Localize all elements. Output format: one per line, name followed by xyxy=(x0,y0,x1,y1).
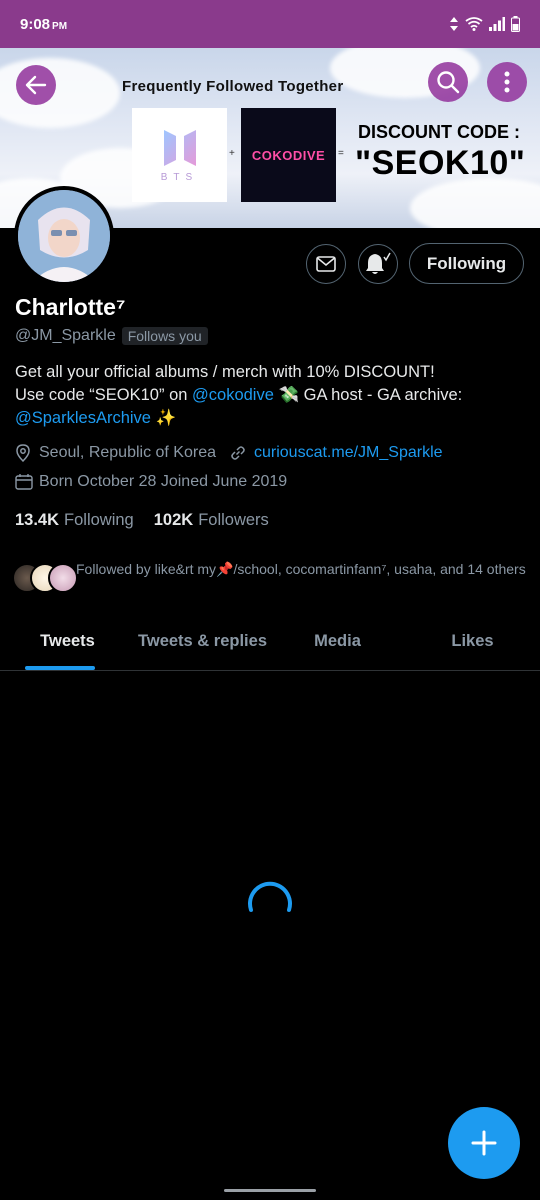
compose-tweet-button[interactable] xyxy=(448,1107,520,1179)
avatar xyxy=(48,563,78,593)
status-bar: 9:08 PM xyxy=(0,0,540,48)
more-button[interactable] xyxy=(487,62,527,102)
discount-label: DISCOUNT CODE : xyxy=(358,122,520,142)
following-button[interactable]: Following xyxy=(409,243,524,284)
mention-cokodive[interactable]: @cokodive xyxy=(192,386,274,404)
profile-handle: @JM_Sparkle xyxy=(15,327,116,344)
follow-counts: 13.4K Following 102K Followers xyxy=(15,511,269,530)
location-text: Seoul, Republic of Korea xyxy=(39,444,216,461)
link-icon xyxy=(231,446,245,460)
status-time: 9:08 PM xyxy=(20,15,68,33)
tab-tweets[interactable]: Tweets xyxy=(0,612,135,670)
status-icons xyxy=(449,16,520,32)
bts-logo: BTS xyxy=(132,108,227,202)
tab-tweets-replies[interactable]: Tweets & replies xyxy=(135,612,270,670)
birth-join-row: Born October 28 Joined June 2019 xyxy=(15,473,287,491)
calendar-icon xyxy=(15,474,33,490)
wifi-icon xyxy=(465,17,483,31)
profile-meta: Seoul, Republic of Korea curiouscat.me/J… xyxy=(15,444,443,462)
message-button[interactable] xyxy=(306,244,346,284)
discount-code: "SEOK10" xyxy=(355,144,526,182)
battery-icon xyxy=(511,16,520,32)
notifications-button[interactable] xyxy=(358,244,398,284)
more-vertical-icon xyxy=(504,71,510,93)
search-button[interactable] xyxy=(428,62,468,102)
following-count-link[interactable]: 13.4K Following xyxy=(15,511,134,530)
back-button[interactable] xyxy=(16,65,56,105)
profile-bio: Get all your official albums / merch wit… xyxy=(15,363,463,427)
followed-by-text: Followed by like&rt my📌/school, cocomart… xyxy=(76,561,526,577)
website-link[interactable]: curiouscat.me/JM_Sparkle xyxy=(254,444,443,462)
profile-tabs: Tweets Tweets & replies Media Likes xyxy=(0,612,540,671)
profile-name: Charlotte⁷ xyxy=(15,294,126,320)
followers-avatars xyxy=(12,559,78,593)
follows-you-badge: Follows you xyxy=(121,327,208,345)
data-arrows-icon xyxy=(450,17,458,31)
back-icon xyxy=(25,75,47,95)
born-joined-text: Born October 28 Joined June 2019 xyxy=(39,473,288,490)
home-indicator[interactable] xyxy=(224,1189,316,1192)
followers-count-link[interactable]: 102K Followers xyxy=(154,511,269,530)
banner-title: Frequently Followed Together xyxy=(122,78,344,95)
loading-spinner-icon xyxy=(248,881,292,912)
search-icon xyxy=(437,71,460,94)
location-icon xyxy=(16,444,30,462)
avatar[interactable] xyxy=(14,186,114,286)
avatar-image xyxy=(18,190,110,282)
tab-media[interactable]: Media xyxy=(270,612,405,670)
plus-icon xyxy=(471,1130,497,1156)
followed-by[interactable]: Followed by like&rt my📌/school, cocomart… xyxy=(12,559,527,593)
signal-icon xyxy=(489,17,505,31)
tab-likes[interactable]: Likes xyxy=(405,612,540,670)
tab-indicator xyxy=(25,666,95,670)
bell-check-icon xyxy=(366,252,391,274)
mention-sparklesarchive[interactable]: @SparklesArchive xyxy=(15,409,151,427)
cokodive-logo: COKODIVE xyxy=(241,108,336,202)
mail-icon xyxy=(316,256,336,272)
handle-row: @JM_Sparkle Follows you xyxy=(15,327,208,345)
